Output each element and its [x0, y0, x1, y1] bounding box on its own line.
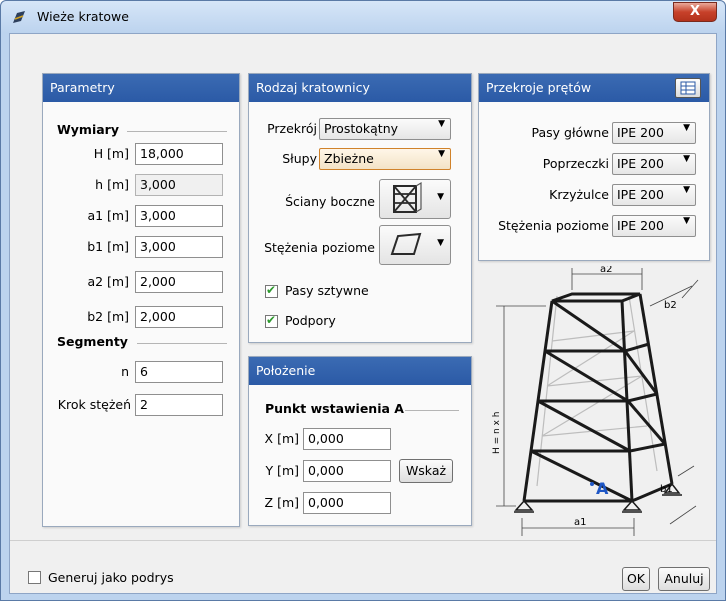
- sciany-boczne-picker[interactable]: ▼: [379, 179, 451, 219]
- H-input[interactable]: 18,000: [135, 143, 223, 165]
- ok-button[interactable]: OK: [622, 567, 650, 591]
- poprzeczki-value: IPE 200: [617, 156, 664, 171]
- przekroj-value: Prostokątny: [324, 121, 399, 136]
- pasy-glowne-select[interactable]: IPE 200 ▼: [612, 122, 696, 144]
- tower-diagram: a2 b2 H = n x h a1 b1 A: [492, 266, 699, 536]
- field-label-b1: b1 [m]: [87, 239, 129, 254]
- chevron-down-icon: ▼: [437, 192, 444, 202]
- insertion-point-marker: [590, 482, 594, 486]
- punkt-group-label: Punkt wstawienia A: [265, 401, 404, 416]
- wskaz-button[interactable]: Wskaż: [399, 459, 453, 483]
- parametry-header: Parametry: [43, 74, 239, 102]
- chevron-down-icon: ▼: [683, 216, 690, 226]
- field-label-a1: a1 [m]: [87, 208, 129, 223]
- diagram-label-a2: a2: [600, 266, 613, 275]
- diagram-label-height: H = n x h: [492, 412, 502, 455]
- wymiary-group-label: Wymiary: [57, 122, 119, 137]
- poprzeczki-label: Poprzeczki: [542, 156, 609, 171]
- a1-input[interactable]: 3,000: [135, 205, 223, 227]
- b1-input[interactable]: 3,000: [135, 236, 223, 258]
- podpory-label: Podpory: [285, 313, 336, 328]
- diagram-label-b2: b2: [664, 300, 677, 311]
- window-title: Wieże kratowe: [37, 9, 129, 24]
- rodzaj-panel: Rodzaj kratownicy Przekrój Prostokątny ▼…: [248, 73, 472, 343]
- przekroj-label: Przekrój: [267, 121, 317, 136]
- dialog-client-area: Parametry Wymiary H [m] 18,000 h [m] 3,0…: [9, 33, 717, 594]
- a2-input[interactable]: 2,000: [135, 271, 223, 293]
- generuj-podrys-label: Generuj jako podrys: [48, 570, 174, 585]
- poprzeczki-select[interactable]: IPE 200 ▼: [612, 153, 696, 175]
- rodzaj-header: Rodzaj kratownicy: [249, 74, 471, 102]
- pasy-glowne-label: Pasy główne: [531, 125, 610, 140]
- title-bar[interactable]: Wieże kratowe X: [1, 1, 725, 33]
- field-label-H: H [m]: [93, 146, 129, 161]
- field-label-b2: b2 [m]: [87, 309, 129, 324]
- tower-back-frame: [536, 295, 658, 487]
- punkt-divider: [405, 410, 459, 411]
- cancel-button[interactable]: Anuluj: [658, 567, 710, 591]
- horizontal-bracing-icon: [390, 232, 422, 255]
- segmenty-group-label: Segmenty: [57, 334, 128, 349]
- diagram-label-a1: a1: [574, 517, 587, 528]
- tower-app-icon: [13, 11, 25, 23]
- chevron-down-icon: ▼: [437, 238, 444, 248]
- krzyzulce-value: IPE 200: [617, 187, 664, 202]
- dialog-window: Wieże kratowe X Parametry Wymiary H [m] …: [0, 0, 726, 601]
- stezenia-poziome-value: IPE 200: [617, 218, 664, 233]
- polozenie-panel: Położenie Punkt wstawienia A X [m] 0,000…: [248, 356, 472, 526]
- stezenia-poziome-label: Stężenia poziome: [498, 218, 609, 233]
- chevron-down-icon: ▼: [683, 123, 690, 133]
- podpory-checkbox[interactable]: [265, 313, 278, 328]
- z-input[interactable]: 0,000: [303, 492, 391, 514]
- stezenia-poziome-select[interactable]: IPE 200 ▼: [612, 215, 696, 237]
- krzyzulce-label: Krzyżulce: [549, 187, 609, 202]
- close-button[interactable]: X: [673, 2, 717, 22]
- slupy-select[interactable]: Zbieżne ▼: [319, 148, 451, 170]
- n-input[interactable]: 6: [135, 361, 223, 383]
- krok-label: Krok stężeń: [57, 397, 131, 412]
- pasy-sztywne-label: Pasy sztywne: [285, 283, 369, 298]
- field-label-h: h [m]: [95, 177, 129, 192]
- section-table-icon: [680, 81, 696, 95]
- krzyzulce-select[interactable]: IPE 200 ▼: [612, 184, 696, 206]
- diagram-label-point-a: A: [596, 479, 609, 498]
- przekroje-title: Przekroje prętów: [486, 80, 592, 95]
- parametry-panel: Parametry Wymiary H [m] 18,000 h [m] 3,0…: [42, 73, 240, 527]
- krok-input[interactable]: 2: [135, 394, 223, 416]
- x-input[interactable]: 0,000: [303, 428, 391, 450]
- chevron-down-icon: ▼: [683, 154, 690, 164]
- pasy-glowne-value: IPE 200: [617, 125, 664, 140]
- y-label: Y [m]: [265, 463, 299, 478]
- x-label: X [m]: [264, 431, 299, 446]
- y-input[interactable]: 0,000: [303, 460, 391, 482]
- wall-bracing-icon: [393, 181, 422, 213]
- segmenty-divider: [137, 343, 227, 344]
- footer-divider: [10, 540, 716, 541]
- slupy-label: Słupy: [282, 151, 317, 166]
- b2-input[interactable]: 2,000: [135, 306, 223, 328]
- generuj-podrys-checkbox[interactable]: [28, 571, 41, 584]
- z-label: Z [m]: [264, 495, 299, 510]
- field-label-a2: a2 [m]: [87, 274, 129, 289]
- stezenia-poziome-picker[interactable]: ▼: [379, 225, 451, 265]
- sciany-label: Ściany boczne: [285, 194, 375, 209]
- slupy-value: Zbieżne: [324, 151, 374, 166]
- n-label: n: [121, 364, 129, 379]
- section-library-button[interactable]: [675, 78, 701, 98]
- chevron-down-icon: ▼: [438, 149, 445, 159]
- polozenie-header: Położenie: [249, 357, 471, 385]
- przekroje-panel: Przekroje prętów Pasy główne IPE 200 ▼ P…: [478, 73, 710, 261]
- pasy-sztywne-checkbox[interactable]: [265, 283, 278, 298]
- wymiary-divider: [127, 131, 227, 132]
- chevron-down-icon: ▼: [438, 119, 445, 129]
- diagram-label-b1: b1: [660, 484, 673, 495]
- chevron-down-icon: ▼: [683, 185, 690, 195]
- przekroj-select[interactable]: Prostokątny ▼: [319, 118, 451, 140]
- stezenia-label: Stężenia poziome: [264, 240, 375, 255]
- h-input-readonly: 3,000: [135, 174, 223, 196]
